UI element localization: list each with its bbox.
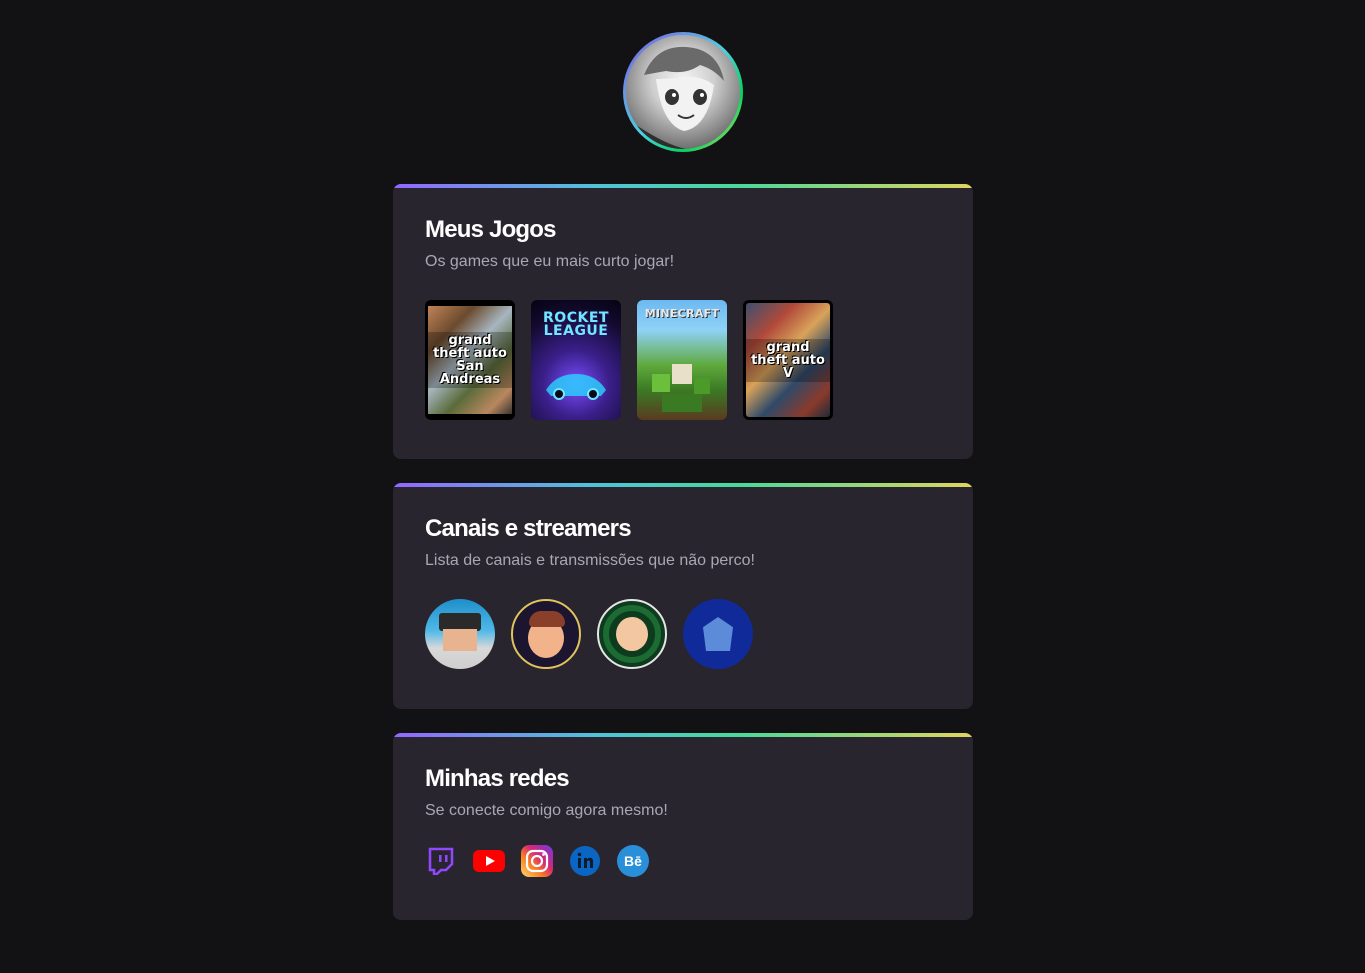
socials-card: Minhas redes Se conecte comigo agora mes… [393, 733, 973, 920]
profile-avatar [623, 32, 743, 152]
avatar-hair [529, 611, 565, 627]
streamer-avatar-2[interactable] [511, 599, 581, 669]
streamers-card-title: Canais e streamers [425, 515, 632, 542]
game-minecraft[interactable]: MINECRAFT [637, 300, 727, 420]
avatar-mascot [703, 617, 733, 651]
social-links: Bē [425, 845, 941, 877]
socials-card-title: Minhas redes [425, 765, 570, 792]
game-cover-title: MINECRAFT [644, 307, 720, 320]
game-cover-title: ROCKET LEAGUE [543, 310, 609, 339]
twitch-icon [428, 847, 454, 875]
games-list: grand theft auto San Andreas ROCKET LEAG… [425, 300, 941, 420]
behance-link[interactable]: Bē [617, 845, 649, 877]
games-card-title: Meus Jogos [425, 216, 557, 243]
streamer-avatar-1[interactable] [425, 599, 495, 669]
streamer-avatar-4[interactable] [683, 599, 753, 669]
youtube-icon [473, 850, 505, 872]
avatar-face [616, 617, 648, 651]
linkedin-link[interactable] [569, 845, 601, 877]
game-gta-v[interactable]: grand theft auto V [743, 300, 833, 420]
blocks-icon [652, 364, 710, 412]
linkedin-icon [570, 846, 600, 876]
game-rocket-league[interactable]: ROCKET LEAGUE [531, 300, 621, 420]
avatar-image [626, 35, 740, 149]
instagram-link[interactable] [521, 845, 553, 877]
twitch-link[interactable] [425, 845, 457, 877]
car-icon [546, 374, 606, 400]
page: Meus Jogos Os games que eu mais curto jo… [0, 0, 1365, 973]
youtube-link[interactable] [473, 845, 505, 877]
socials-card-subtitle: Se conecte comigo agora mesmo! [425, 802, 668, 819]
game-gta-san-andreas[interactable]: grand theft auto San Andreas [425, 300, 515, 420]
svg-text:Bē: Bē [624, 853, 642, 869]
game-cover-title: grand theft auto V [746, 338, 830, 382]
streamers-card-subtitle: Lista de canais e transmissões que não p… [425, 552, 755, 569]
streamer-avatar-3[interactable] [597, 599, 667, 669]
game-cover-title: grand theft auto San Andreas [428, 332, 512, 388]
avatar-face [443, 629, 477, 651]
games-card-subtitle: Os games que eu mais curto jogar! [425, 253, 675, 270]
streamers-list [425, 599, 941, 669]
instagram-icon [521, 845, 553, 877]
streamers-card: Canais e streamers Lista de canais e tra… [393, 483, 973, 709]
behance-icon: Bē [617, 845, 649, 877]
anime-avatar-illustration [626, 46, 724, 149]
games-card: Meus Jogos Os games que eu mais curto jo… [393, 184, 973, 459]
